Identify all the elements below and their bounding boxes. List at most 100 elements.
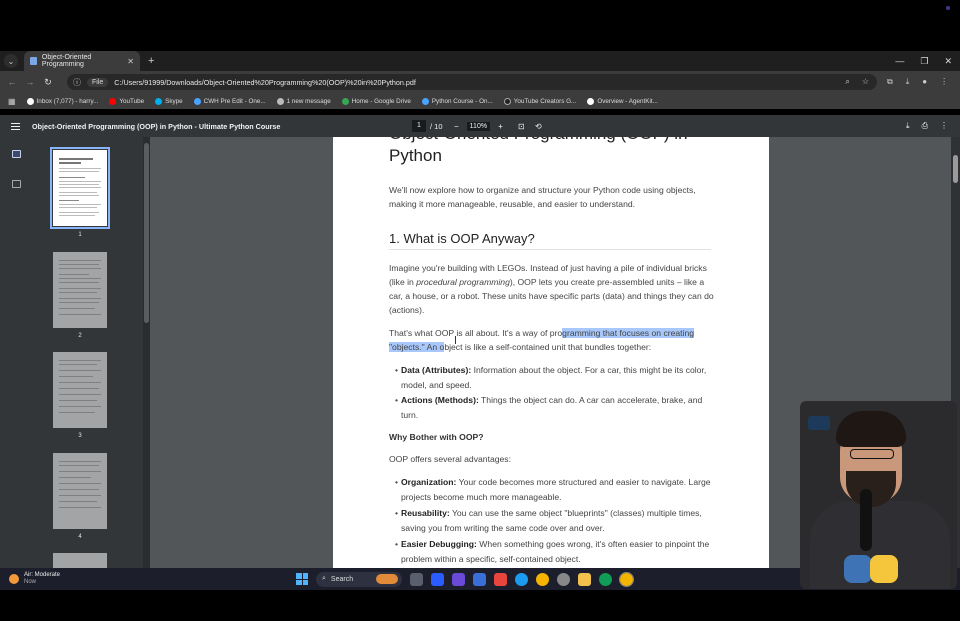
sidebar-rail: [0, 137, 33, 568]
page-thumbnail[interactable]: [53, 553, 107, 568]
reload-icon[interactable]: ↻: [39, 77, 57, 88]
pdf-more-icon[interactable]: ⋮: [940, 121, 948, 131]
thumbnail-label: 3: [78, 433, 82, 439]
vscode-icon[interactable]: [515, 572, 528, 586]
paragraph: That's what OOP is all about. It's a way…: [389, 328, 695, 352]
url-text[interactable]: C:/Users/91999/Downloads/Object-Oriented…: [114, 78, 416, 87]
edge-icon[interactable]: [599, 572, 612, 586]
zoom-controls: − 110% +: [454, 121, 503, 131]
intro-paragraph: We'll now explore how to organize and st…: [389, 185, 696, 209]
list-item: Reusability: You can use the same object…: [395, 506, 711, 536]
info-icon[interactable]: ⓘ: [73, 77, 81, 88]
zoom-in-button[interactable]: +: [498, 122, 503, 131]
bookmark-item[interactable]: Overview - AgentKit...: [587, 97, 658, 105]
task-view-icon[interactable]: [410, 572, 423, 586]
background-light: [808, 416, 830, 430]
bookmark-item[interactable]: Inbox (7,077) - harry...: [26, 97, 98, 105]
apps-grid-icon[interactable]: ▦: [8, 97, 16, 106]
text-cursor: [455, 336, 456, 344]
subheading: Why Bother with OOP?: [389, 432, 484, 442]
weather-subtitle: Now: [24, 579, 37, 585]
restore-icon[interactable]: ❐: [920, 56, 928, 67]
page-thumbnail[interactable]: [53, 252, 107, 328]
thumbnail-label: 1: [78, 232, 82, 238]
indicator-dot: [946, 6, 950, 10]
bookmark-item[interactable]: YouTube: [109, 97, 144, 105]
microphone: [860, 489, 872, 551]
thumbnail-label: 2: [78, 333, 82, 339]
pdf-download-icon[interactable]: ⤓: [906, 121, 910, 131]
paragraph: Imagine you're building with LEGOs. Inst…: [389, 263, 714, 315]
presenter-hair: [836, 411, 906, 447]
webcam-overlay: [800, 401, 957, 589]
store-icon[interactable]: [473, 572, 486, 586]
bookmark-star-icon[interactable]: ☆: [862, 77, 869, 87]
paragraph: OOP offers several advantages:: [389, 454, 511, 464]
zoom-out-button[interactable]: −: [454, 122, 459, 131]
chrome-icon[interactable]: [536, 572, 549, 586]
youtube-creators-icon: [503, 97, 511, 105]
forward-icon[interactable]: →: [21, 77, 39, 87]
thumbnail-label: 4: [78, 534, 82, 540]
section-heading: 1. What is OOP Anyway?: [389, 231, 711, 250]
tab-search-icon[interactable]: ⌄: [4, 54, 18, 68]
new-tab-button[interactable]: +: [148, 55, 154, 67]
bookmark-item[interactable]: YouTube Creators G...: [503, 97, 576, 105]
page-thumbnail[interactable]: [53, 453, 107, 529]
menu-kebab-icon[interactable]: ⋮: [940, 77, 948, 87]
tab-close-icon[interactable]: ✕: [127, 57, 134, 66]
zoom-icon[interactable]: ⌕: [845, 77, 849, 87]
bookmark-item[interactable]: 1 new message: [276, 97, 331, 105]
tab-active[interactable]: Object-Oriented Programming ✕: [24, 51, 140, 71]
page-number-input[interactable]: 1: [412, 120, 426, 132]
address-bar[interactable]: ⓘ File C:/Users/91999/Downloads/Object-O…: [67, 74, 877, 90]
message-icon: [276, 97, 284, 105]
minimize-icon[interactable]: —: [895, 56, 904, 67]
search-label: Search: [330, 575, 354, 583]
fit-page-icon[interactable]: ⊡: [518, 122, 525, 131]
page-thumbnail[interactable]: [50, 147, 110, 229]
copilot-icon[interactable]: [431, 572, 444, 586]
zoom-level-input[interactable]: 110%: [466, 121, 491, 131]
taskbar-apps: ⌕ Search: [296, 571, 634, 587]
windows-start-icon[interactable]: [296, 573, 308, 585]
google-drive-icon: [341, 97, 349, 105]
download-icon[interactable]: ⤓: [906, 77, 910, 87]
profile-icon[interactable]: ●: [922, 77, 927, 87]
chrome-active-icon[interactable]: [619, 571, 634, 587]
teams-icon[interactable]: [452, 572, 465, 586]
bookmark-item[interactable]: CWH Pre Edit - One...: [193, 97, 266, 105]
settings-icon[interactable]: [557, 572, 570, 586]
bookmark-item[interactable]: Skype: [155, 97, 183, 105]
back-icon[interactable]: ←: [3, 77, 21, 87]
document-title: Object-Oriented Programming (OOP) in Pyt…: [32, 121, 281, 131]
close-window-icon[interactable]: ✕: [944, 56, 952, 67]
rotate-icon[interactable]: ⟲: [535, 122, 542, 131]
print-icon[interactable]: ⎙: [922, 121, 928, 131]
weather-title: Air: Moderate: [24, 572, 61, 578]
python-logo-icon: [844, 555, 898, 583]
gmail-icon: [26, 97, 34, 105]
tab-title: Object-Oriented Programming: [41, 54, 92, 68]
bookmarks-bar: ▦ Inbox (7,077) - harry... YouTube Skype…: [0, 93, 960, 109]
weather-icon: [9, 574, 19, 584]
file-explorer-icon[interactable]: [578, 572, 591, 586]
list-item: Actions (Methods): Things the object can…: [395, 393, 711, 423]
skype-icon: [155, 97, 163, 105]
extensions-icon[interactable]: ⧉: [887, 77, 893, 87]
page-count: / 10: [430, 121, 443, 131]
list-item: Easier Debugging: When something goes wr…: [395, 537, 711, 567]
bookmark-item[interactable]: Home - Google Drive: [341, 97, 411, 105]
sidebar-menu-icon[interactable]: [11, 122, 20, 130]
bookmark-item[interactable]: Python Course - On...: [421, 97, 493, 105]
pdf-favicon-icon: [30, 57, 37, 65]
sidebar-scrollbar[interactable]: [143, 137, 150, 568]
app-icon[interactable]: [494, 572, 507, 586]
thumbnails-view-icon[interactable]: [12, 150, 21, 158]
page-thumbnail[interactable]: [53, 352, 107, 428]
pdf-toolbar: Object-Oriented Programming (OOP) in Pyt…: [0, 115, 960, 137]
search-highlight-icon: [376, 574, 398, 584]
weather-widget[interactable]: Air: Moderate Now: [9, 572, 60, 586]
taskbar-search[interactable]: ⌕ Search: [316, 571, 402, 587]
outline-view-icon[interactable]: [12, 180, 21, 188]
